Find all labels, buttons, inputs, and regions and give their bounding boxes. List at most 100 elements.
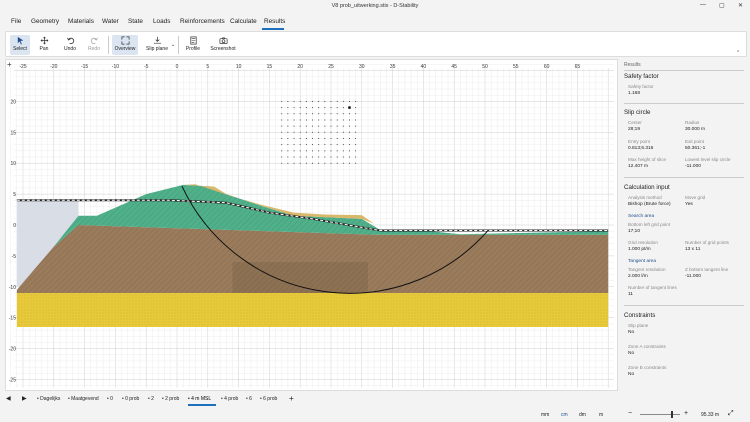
add-stage-button[interactable]: + — [289, 394, 294, 403]
unit-cm[interactable]: cm — [561, 412, 568, 418]
stage-tab[interactable]: • 0 — [107, 396, 113, 402]
grid-point — [336, 100, 338, 102]
maximize-button[interactable]: ▢ — [719, 2, 725, 9]
divider — [624, 305, 744, 306]
pan-button[interactable]: Pan — [34, 35, 54, 55]
stage-tab[interactable]: • Maatgevend — [68, 396, 99, 402]
grid-point — [305, 156, 307, 158]
center-label: Center — [628, 120, 642, 125]
center-value: 28;19 — [628, 127, 641, 132]
x-tick-label: 20 — [297, 64, 303, 70]
collapse-ribbon-icon[interactable]: ⌃ — [736, 50, 740, 56]
zoom-slider[interactable] — [640, 414, 680, 415]
exit-point-label: Exit point — [685, 139, 704, 144]
menu-water[interactable]: Water — [102, 18, 119, 25]
overview-button[interactable]: Overview — [112, 35, 138, 55]
geometry-canvas[interactable]: -25 -20 -15 -10 -5 0 5 10 15 20 25 30 35 40 45 50 55 60 65… — [5, 59, 618, 393]
grid-point — [330, 125, 332, 127]
x-tick-label: 15 — [267, 64, 273, 70]
x-tick-label: 5 — [206, 64, 209, 70]
grid-point — [287, 125, 289, 127]
grid-point — [299, 119, 301, 121]
y-tick-label: -20 — [9, 347, 16, 353]
grid-point — [348, 100, 350, 102]
zoom-out-button[interactable]: − — [628, 410, 632, 417]
stage-tab-label: 0 — [110, 396, 113, 402]
radius-label: Radius — [685, 120, 700, 125]
tabs-scroll-right-icon[interactable]: ▶ — [22, 395, 27, 402]
stage-tab[interactable]: • 0 prob — [122, 396, 139, 402]
slip-plane-button[interactable]: Slip plane — [143, 35, 171, 55]
menu-state[interactable]: State — [128, 18, 143, 25]
redo-icon — [90, 37, 98, 45]
minimize-button[interactable]: — — [700, 2, 706, 8]
unit-dm[interactable]: dm — [579, 412, 586, 418]
pan-label: Pan — [39, 46, 49, 52]
tabs-scroll-left-icon[interactable]: ◀ — [6, 395, 11, 402]
stage-tab-label: 4 prob — [224, 396, 239, 402]
redo-button[interactable]: Redo — [84, 35, 104, 55]
tangent-lines-value: 11 — [628, 292, 633, 297]
menu-calculate[interactable]: Calculate — [230, 18, 257, 25]
toolbar: Select Pan Undo Redo Overview Slip plane… — [5, 31, 747, 57]
zoom-slider-thumb[interactable] — [671, 411, 673, 418]
x-axis-ticks: -25 -20 -15 -10 -5 0 5 10 15 20 25 30 35 40 45 50 55 60 65 — [19, 64, 580, 70]
undo-button[interactable]: Undo — [60, 35, 80, 55]
tangent-resolution-value: 2.000 l/m — [628, 274, 648, 279]
geometry-view[interactable]: -25 -20 -15 -10 -5 0 5 10 15 20 25 30 35 40 45 50 55 60 65… — [6, 60, 617, 393]
grid-point — [342, 100, 344, 102]
grid-point — [348, 119, 350, 121]
stage-tab[interactable]: • 2 prob — [162, 396, 179, 402]
grid-point — [287, 100, 289, 102]
screenshot-button[interactable]: Screenshot — [208, 35, 238, 55]
grid-point — [287, 119, 289, 121]
menu-geometry[interactable]: Geometry — [31, 18, 59, 25]
grid-point — [324, 107, 326, 109]
unit-m[interactable]: m — [599, 412, 603, 418]
menu-results[interactable]: Results — [264, 18, 285, 25]
unit-mm[interactable]: mm — [541, 412, 549, 418]
profile-button[interactable]: Profile — [182, 35, 204, 55]
overview-label: Overview — [114, 46, 136, 52]
zone-a-label: Zone A constraints — [628, 344, 666, 349]
fit-view-icon[interactable]: ⤢ — [728, 410, 734, 418]
menu-reinforcements[interactable]: Reinforcements — [180, 18, 225, 25]
grid-point — [299, 107, 301, 109]
menu-file[interactable]: File — [11, 18, 21, 25]
grid-point — [305, 100, 307, 102]
grid-point — [330, 131, 332, 133]
grid-point — [299, 144, 301, 146]
grid-point — [281, 162, 283, 164]
grid-point — [293, 113, 295, 115]
grid-point — [281, 113, 283, 115]
grid-point — [318, 156, 320, 158]
chevron-down-icon[interactable]: ⌄ — [171, 42, 175, 48]
grid-point — [342, 125, 344, 127]
stage-tab[interactable]: • Dagelijks — [37, 396, 60, 402]
stage-tab-active[interactable]: • 4 m MSL — [188, 396, 211, 402]
grid-point — [281, 156, 283, 158]
stage-tab[interactable]: • 2 — [148, 396, 154, 402]
close-button[interactable]: ✕ — [738, 2, 743, 9]
grid-point — [324, 162, 326, 164]
grid-point — [324, 119, 326, 121]
stage-tab[interactable]: • 6 — [246, 396, 252, 402]
menu-loads[interactable]: Loads — [153, 18, 170, 25]
zoom-in-button[interactable]: + — [684, 410, 688, 417]
add-icon[interactable]: + — [7, 60, 12, 69]
search-area-heading: Search area — [628, 214, 655, 219]
cursor-icon — [17, 36, 23, 45]
menu-materials[interactable]: Materials — [68, 18, 94, 25]
grid-point — [293, 144, 295, 146]
sand-texture — [16, 292, 609, 327]
y-tick-label: -25 — [9, 378, 16, 384]
z-bottom-value: -11.000 — [685, 274, 701, 279]
slip-circle-title: Slip circle — [624, 109, 651, 116]
stage-tab[interactable]: • 4 prob — [221, 396, 238, 402]
stage-tab[interactable]: • 6 prob — [260, 396, 277, 402]
zone-a-value: No — [628, 351, 635, 356]
grid-point — [305, 144, 307, 146]
max-height-value: 12.407 m — [628, 164, 649, 169]
select-button[interactable]: Select — [10, 35, 30, 55]
grid-point — [312, 113, 314, 115]
